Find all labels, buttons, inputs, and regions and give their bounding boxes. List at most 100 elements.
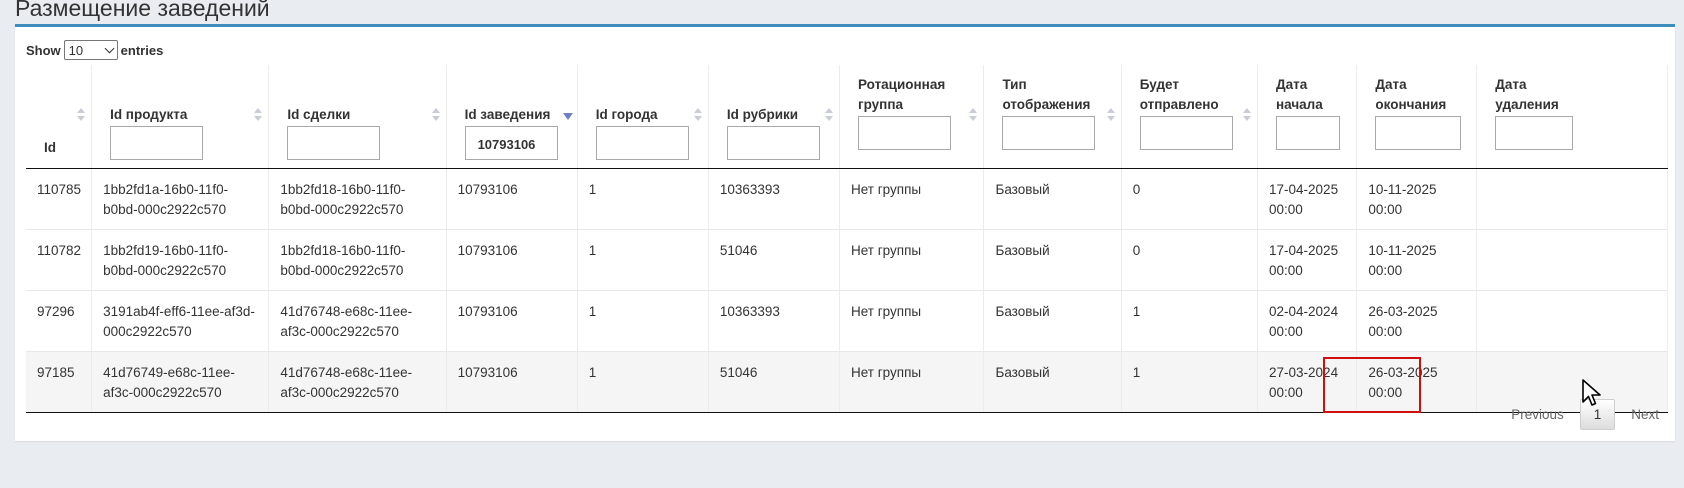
sort-desc-icon xyxy=(562,108,573,124)
col-header-id[interactable]: Id xyxy=(26,65,93,169)
cell-delete-date xyxy=(1476,229,1668,291)
cell-rubric-id: 51046 xyxy=(708,229,840,291)
cell-will-be-sent: 1 xyxy=(1121,290,1259,352)
sort-icon xyxy=(431,108,440,124)
col-header-city-id[interactable]: Id города xyxy=(577,65,709,169)
cell-start-date: 27-03-2024 00:00 xyxy=(1257,351,1358,413)
sort-icon xyxy=(693,108,702,124)
col-label-id: Id xyxy=(44,140,56,155)
cell-product-id: 3191ab4f-eff6-11ee-af3d-000c2922c570 xyxy=(91,290,270,352)
table-row[interactable]: 110785 1bb2fd1a-16b0-11f0-b0bd-000c2922c… xyxy=(26,168,1668,230)
col-header-display-type[interactable]: Тип отображения xyxy=(983,65,1122,169)
show-label: Show xyxy=(26,42,61,58)
cell-id: 97185 xyxy=(26,351,93,413)
cell-product-id: 1bb2fd19-16b0-11f0-b0bd-000c2922c570 xyxy=(91,229,270,291)
filter-will-be-sent[interactable] xyxy=(1139,116,1233,150)
table-row[interactable]: 97296 3191ab4f-eff6-11ee-af3d-000c2922c5… xyxy=(26,290,1668,352)
col-label-rubric-id: Id рубрики xyxy=(726,107,799,122)
placements-panel: Show 10 entries Id Id продукта Id сделки… xyxy=(15,24,1675,441)
col-header-rubric-id[interactable]: Id рубрики xyxy=(708,65,840,169)
filter-start-date[interactable] xyxy=(1276,116,1341,150)
cell-deal-id: 41d76748-e68c-11ee-af3c-000c2922c570 xyxy=(268,351,447,413)
cell-id: 110785 xyxy=(26,168,93,230)
page-length-value: 10 xyxy=(68,42,84,58)
col-label-display-type: Тип отображения xyxy=(1002,77,1091,112)
filter-product-id[interactable] xyxy=(110,126,204,160)
cell-venue-id: 10793106 xyxy=(446,168,578,230)
header-row: Id Id продукта Id сделки Id заведения 10… xyxy=(26,65,1668,169)
cell-display-type: Базовый xyxy=(983,351,1122,413)
cell-rotation-group: Нет группы xyxy=(839,168,985,230)
filter-city-id[interactable] xyxy=(595,126,689,160)
cell-rubric-id: 10363393 xyxy=(708,168,840,230)
table-row[interactable]: 97185 41d76749-e68c-11ee-af3c-000c2922c5… xyxy=(26,351,1668,413)
sort-icon xyxy=(1243,108,1252,124)
next-page-button[interactable]: Next xyxy=(1615,400,1675,429)
cell-will-be-sent: 0 xyxy=(1121,168,1259,230)
col-header-delete-date[interactable]: Дата удаления xyxy=(1476,65,1668,169)
col-header-rotation-group[interactable]: Ротационная группа xyxy=(839,65,985,169)
col-header-product-id[interactable]: Id продукта xyxy=(91,65,270,169)
col-label-delete-date: Дата удаления xyxy=(1495,77,1559,112)
cell-display-type: Базовый xyxy=(983,229,1122,291)
sort-icon xyxy=(969,108,978,124)
mouse-cursor-icon xyxy=(1582,379,1601,406)
col-header-will-be-sent[interactable]: Будет отправлено xyxy=(1121,65,1259,169)
cell-product-id: 41d76749-e68c-11ee-af3c-000c2922c570 xyxy=(91,351,270,413)
previous-page-button[interactable]: Previous xyxy=(1495,400,1580,429)
cell-rotation-group: Нет группы xyxy=(839,290,985,352)
cell-deal-id: 41d76748-e68c-11ee-af3c-000c2922c570 xyxy=(268,290,447,352)
cell-start-date: 17-04-2025 00:00 xyxy=(1257,229,1358,291)
filter-rubric-id[interactable] xyxy=(726,126,820,160)
cell-deal-id: 1bb2fd18-16b0-11f0-b0bd-000c2922c570 xyxy=(268,229,447,291)
cell-city-id: 1 xyxy=(577,351,709,413)
cell-rubric-id: 51046 xyxy=(708,351,840,413)
cell-start-date: 17-04-2025 00:00 xyxy=(1257,168,1358,230)
cell-venue-id: 10793106 xyxy=(446,351,578,413)
filter-end-date[interactable] xyxy=(1375,116,1462,150)
cell-id: 97296 xyxy=(26,290,93,352)
page-length-select[interactable]: 10 xyxy=(63,40,118,60)
cell-product-id: 1bb2fd1a-16b0-11f0-b0bd-000c2922c570 xyxy=(91,168,270,230)
col-header-deal-id[interactable]: Id сделки xyxy=(268,65,447,169)
cell-will-be-sent: 0 xyxy=(1121,229,1259,291)
cell-venue-id: 10793106 xyxy=(446,229,578,291)
filter-rotation-group[interactable] xyxy=(857,116,951,150)
sort-icon xyxy=(1106,108,1115,124)
col-label-deal-id: Id сделки xyxy=(287,107,351,122)
cell-city-id: 1 xyxy=(577,168,709,230)
filter-delete-date[interactable] xyxy=(1495,116,1574,150)
cell-end-date: 26-03-2025 00:00 xyxy=(1356,290,1478,352)
cell-start-date: 02-04-2024 00:00 xyxy=(1257,290,1358,352)
col-header-venue-id[interactable]: Id заведения 10793106 xyxy=(446,65,578,169)
filter-venue-id[interactable]: 10793106 xyxy=(464,126,558,160)
cell-rotation-group: Нет группы xyxy=(839,229,985,291)
cell-venue-id: 10793106 xyxy=(446,290,578,352)
col-label-will-be-sent: Будет отправлено xyxy=(1139,77,1219,112)
cell-rotation-group: Нет группы xyxy=(839,351,985,413)
filter-display-type[interactable] xyxy=(1002,116,1096,150)
sort-icon xyxy=(254,108,263,124)
table-row[interactable]: 110782 1bb2fd19-16b0-11f0-b0bd-000c2922c… xyxy=(26,229,1668,291)
cell-delete-date xyxy=(1476,168,1668,230)
cell-rubric-id: 10363393 xyxy=(708,290,840,352)
cell-deal-id: 1bb2fd18-16b0-11f0-b0bd-000c2922c570 xyxy=(268,168,447,230)
sort-icon xyxy=(824,108,833,124)
chevron-down-icon xyxy=(104,43,115,53)
col-label-venue-id: Id заведения xyxy=(464,107,551,122)
col-label-end-date: Дата окончания xyxy=(1375,77,1447,112)
cell-delete-date xyxy=(1476,290,1668,352)
cell-display-type: Базовый xyxy=(983,290,1122,352)
col-header-end-date[interactable]: Дата окончания xyxy=(1356,65,1478,169)
sort-icon xyxy=(77,108,86,124)
filter-deal-id[interactable] xyxy=(287,126,381,160)
col-label-product-id: Id продукта xyxy=(110,107,188,122)
cell-display-type: Базовый xyxy=(983,168,1122,230)
cell-city-id: 1 xyxy=(577,229,709,291)
col-label-start-date: Дата начала xyxy=(1276,77,1323,112)
entries-label: entries xyxy=(120,42,164,58)
col-header-start-date[interactable]: Дата начала xyxy=(1257,65,1358,169)
page-title: Размещение заведений xyxy=(15,0,270,21)
cell-id: 110782 xyxy=(26,229,93,291)
cell-end-date: 10-11-2025 00:00 xyxy=(1356,168,1478,230)
